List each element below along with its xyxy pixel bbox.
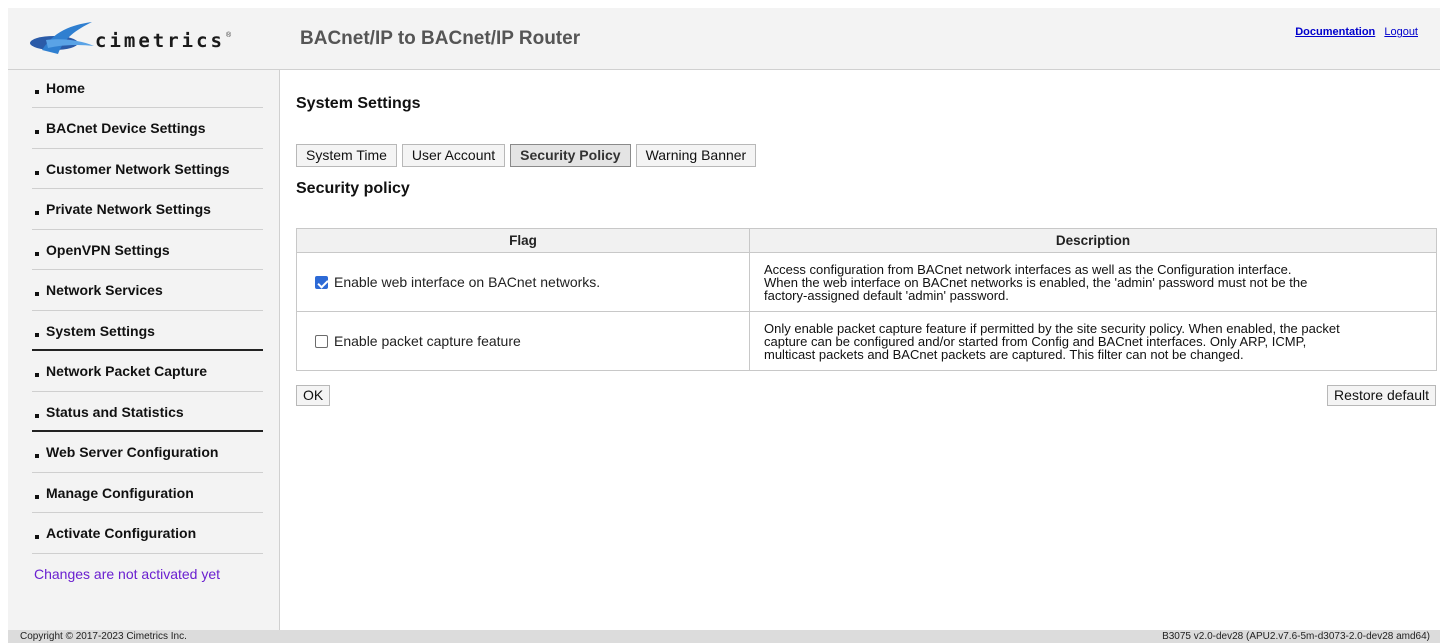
sidebar-item-web-server-configuration[interactable]: Web Server Configuration bbox=[32, 432, 263, 473]
web-interface-checkbox[interactable] bbox=[315, 276, 328, 289]
sidebar-item-system-settings[interactable]: System Settings bbox=[32, 311, 263, 351]
description-line: factory-assigned default 'admin' passwor… bbox=[764, 287, 1009, 303]
sidebar-item-private-network-settings[interactable]: Private Network Settings bbox=[32, 189, 263, 230]
table-header-row: Flag Description bbox=[296, 228, 1437, 253]
logout-link[interactable]: Logout bbox=[1384, 26, 1418, 38]
description-line: capture can be configured and/or started… bbox=[764, 333, 1307, 349]
settings-tabs: System Time User Account Security Policy… bbox=[296, 144, 757, 167]
footer: Copyright © 2017-2023 Cimetrics Inc. B30… bbox=[8, 630, 1440, 643]
packet-capture-flag-label: Enable packet capture feature bbox=[334, 333, 521, 349]
sidebar-item-bacnet-device-settings[interactable]: BACnet Device Settings bbox=[32, 108, 263, 149]
logo-swoosh-icon bbox=[30, 22, 94, 54]
main-content: System Settings System Time User Account… bbox=[296, 70, 1440, 630]
section-subtitle: Security policy bbox=[296, 180, 410, 197]
app-title: BACnet/IP to BACnet/IP Router bbox=[300, 28, 581, 49]
logo-text: cimetrics bbox=[95, 30, 225, 52]
flag-cell: Enable web interface on BACnet networks. bbox=[296, 252, 750, 312]
sidebar-item-network-packet-capture[interactable]: Network Packet Capture bbox=[32, 351, 263, 392]
description-cell: Only enable packet capture feature if pe… bbox=[749, 311, 1437, 371]
sidebar-item-home[interactable]: Home bbox=[32, 70, 263, 108]
tab-user-account[interactable]: User Account bbox=[401, 144, 506, 167]
sidebar-item-openvpn-settings[interactable]: OpenVPN Settings bbox=[32, 230, 263, 270]
flag-column-header: Flag bbox=[296, 228, 750, 253]
header: cimetrics ® BACnet/IP to BACnet/IP Route… bbox=[8, 8, 1440, 70]
sidebar: Home BACnet Device Settings Customer Net… bbox=[8, 70, 280, 630]
table-row: Enable packet capture feature Only enabl… bbox=[296, 311, 1437, 371]
description-line: Access configuration from BACnet network… bbox=[764, 261, 1292, 277]
cimetrics-logo[interactable]: cimetrics ® bbox=[28, 20, 232, 60]
top-links: Documentation Logout bbox=[1289, 26, 1418, 38]
web-interface-flag-label: Enable web interface on BACnet networks. bbox=[334, 274, 601, 290]
tab-system-time[interactable]: System Time bbox=[296, 144, 397, 167]
documentation-link[interactable]: Documentation bbox=[1295, 26, 1375, 38]
table-row: Enable web interface on BACnet networks.… bbox=[296, 252, 1437, 312]
sidebar-item-network-services[interactable]: Network Services bbox=[32, 270, 263, 311]
sidebar-item-status-and-statistics[interactable]: Status and Statistics bbox=[32, 392, 263, 432]
security-policy-table: Flag Description Enable web interface on… bbox=[296, 228, 1437, 371]
sidebar-item-manage-configuration[interactable]: Manage Configuration bbox=[32, 473, 263, 513]
description-column-header: Description bbox=[749, 228, 1437, 253]
copyright-text: Copyright © 2017-2023 Cimetrics Inc. bbox=[20, 631, 187, 642]
packet-capture-checkbox[interactable] bbox=[315, 335, 328, 348]
description-line: multicast packets and BACnet packets are… bbox=[764, 346, 1244, 362]
sidebar-nav: Home BACnet Device Settings Customer Net… bbox=[8, 70, 279, 554]
description-line: When the web interface on BACnet network… bbox=[764, 274, 1308, 290]
ok-button[interactable]: OK bbox=[296, 385, 331, 406]
description-line: Only enable packet capture feature if pe… bbox=[764, 320, 1340, 336]
logo-trademark: ® bbox=[226, 32, 232, 39]
flag-cell: Enable packet capture feature bbox=[296, 311, 750, 371]
changes-not-activated-note: Changes are not activated yet bbox=[34, 565, 221, 582]
tab-warning-banner[interactable]: Warning Banner bbox=[635, 144, 757, 167]
version-text: B3075 v2.0-dev28 (APU2.v7.6-5m-d3073-2.0… bbox=[1162, 631, 1430, 642]
tab-security-policy[interactable]: Security Policy bbox=[510, 144, 631, 167]
sidebar-item-activate-configuration[interactable]: Activate Configuration bbox=[32, 513, 263, 554]
description-cell: Access configuration from BACnet network… bbox=[749, 252, 1437, 312]
page-title: System Settings bbox=[296, 95, 421, 112]
sidebar-item-customer-network-settings[interactable]: Customer Network Settings bbox=[32, 149, 263, 189]
restore-default-button[interactable]: Restore default bbox=[1327, 385, 1436, 406]
